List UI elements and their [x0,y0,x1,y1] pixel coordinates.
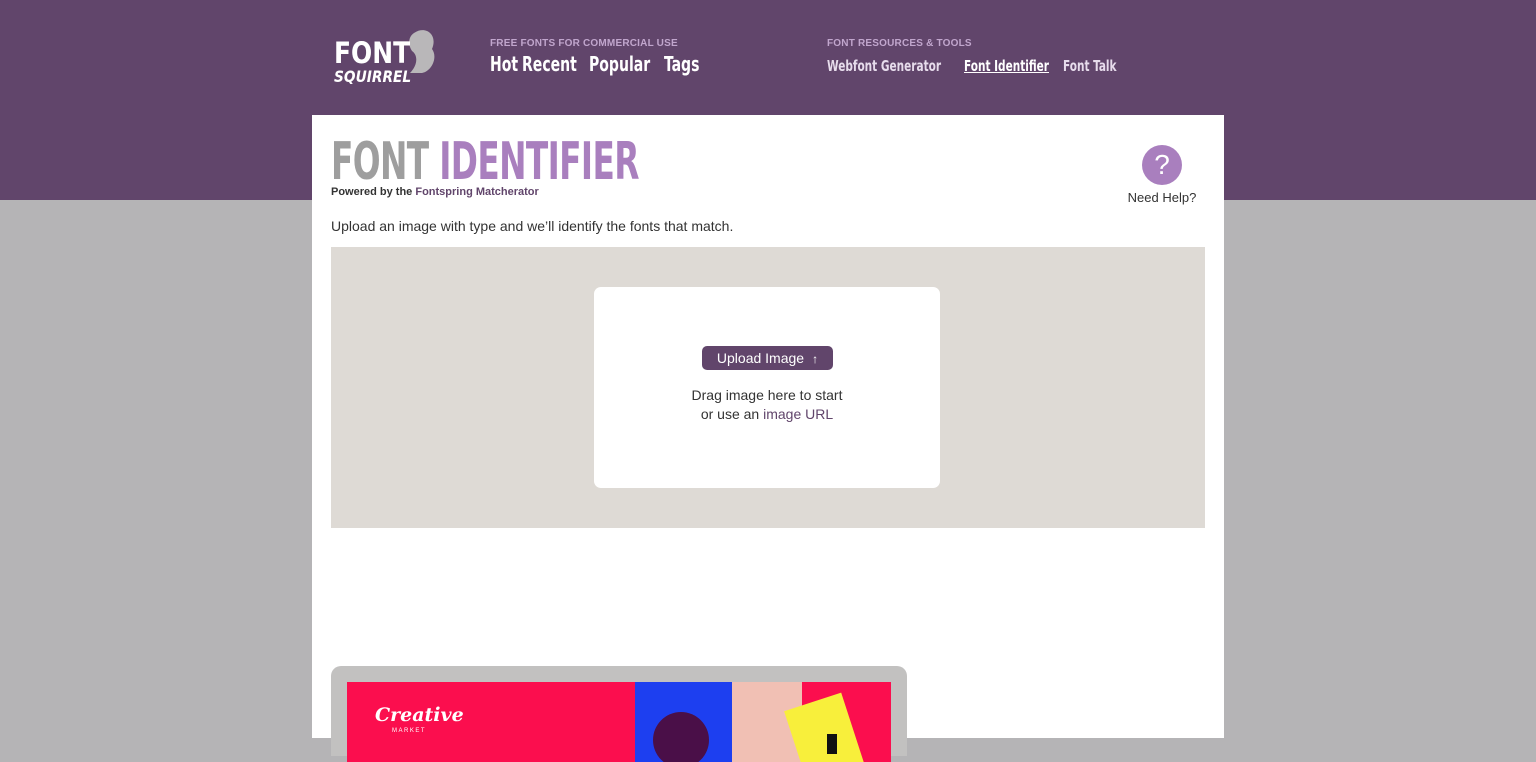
nav-recent[interactable]: Recent [522,52,577,76]
squirrel-logo-icon: FONT SQUIRREL [334,30,435,85]
promo-image: Creative MARKET [347,682,891,762]
upload-image-button[interactable]: Upload Image ↑ [702,346,833,370]
promo-shape-black [827,734,837,754]
promo-shape-circle [653,712,709,762]
drag-text: Drag image here to start [691,387,843,403]
powered-by: Powered by the Fontspring Matcherator [331,186,539,198]
promo-banner[interactable]: Creative MARKET [331,666,907,762]
upload-box: Upload Image ↑ Drag image here to start o… [594,287,940,488]
image-url-link[interactable]: image URL [763,406,833,422]
main-card: FONT IDENTIFIER Powered by the Fontsprin… [312,115,1224,762]
help-button[interactable]: ? Need Help? [1124,145,1200,205]
help-label: Need Help? [1127,190,1197,205]
powered-prefix: Powered by the [331,186,413,198]
upload-button-label: Upload Image [716,350,805,366]
font-squirrel-logo[interactable]: FONT SQUIRREL [334,27,440,85]
question-mark-icon: ? [1142,145,1182,185]
promo-sub: MARKET [392,728,427,734]
nav-font-identifier[interactable]: Font Identifier [964,57,1049,75]
image-drop-zone[interactable]: Upload Image ↑ Drag image here to start o… [331,247,1205,528]
page-title: FONT IDENTIFIER [331,133,639,191]
resources-nav: FONT RESOURCES & TOOLS Webfont Generator… [827,38,1118,76]
logo-squirrel-text: SQUIRREL [334,67,411,85]
title-identifier: IDENTIFIER [439,132,639,192]
upload-arrow-icon: ↑ [812,352,819,366]
nav-hot[interactable]: Hot [490,52,518,76]
free-fonts-caption: FREE FONTS FOR COMMERCIAL USE [490,38,678,49]
logo-font-text: FONT [334,37,411,70]
free-fonts-nav: FREE FONTS FOR COMMERCIAL USE Hot Recent… [490,38,702,76]
fontspring-matcherator-link[interactable]: Fontspring Matcherator [415,186,538,198]
nav-tags[interactable]: Tags [664,52,699,76]
title-font: FONT [331,132,429,192]
nav-webfont-generator[interactable]: Webfont Generator [827,57,941,75]
or-text: or use an [700,406,760,422]
promo-brand: Creative [375,704,464,726]
drag-instructions: Drag image here to start or use an image… [594,386,940,424]
nav-popular[interactable]: Popular [589,52,650,76]
nav-font-talk[interactable]: Font Talk [1063,57,1117,75]
intro-text: Upload an image with type and we’ll iden… [331,218,734,234]
resources-caption: FONT RESOURCES & TOOLS [827,38,972,49]
